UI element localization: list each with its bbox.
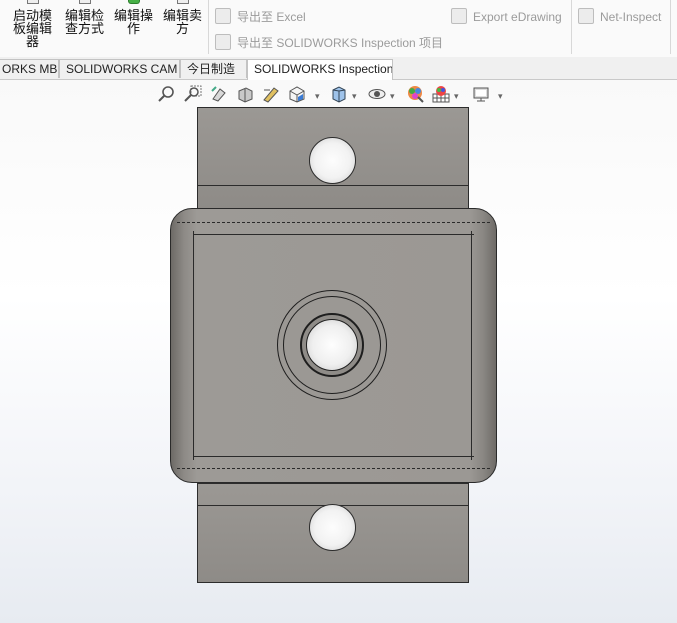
dynamic-annotation-icon[interactable]: [262, 85, 280, 103]
inspection-method-icon: [78, 0, 91, 4]
hide-show-icon[interactable]: [368, 85, 386, 103]
part-bottom-flange[interactable]: [197, 483, 469, 583]
previous-view-icon[interactable]: [210, 85, 228, 103]
tab-inspection-label: SOLIDWORKS Inspection: [254, 62, 393, 76]
view-settings-icon[interactable]: [472, 85, 490, 103]
vendor-icon: [176, 0, 189, 4]
chevron-down-icon[interactable]: ▾: [352, 91, 357, 102]
net-inspect-label: Net-Inspect: [600, 10, 662, 24]
edge-line: [193, 231, 194, 460]
edrawing-export-icon: [451, 8, 467, 24]
template-editor-icon: [26, 0, 39, 4]
chevron-down-icon[interactable]: ▾: [315, 91, 320, 102]
view-orientation-icon[interactable]: [288, 85, 306, 103]
part-top-flange[interactable]: [197, 107, 469, 210]
mounting-hole: [309, 137, 356, 184]
chevron-down-icon[interactable]: ▾: [390, 91, 395, 102]
edge-line: [193, 234, 474, 235]
edit-operation-label: 编辑操 作: [113, 8, 153, 36]
operation-icon: [127, 0, 140, 4]
command-manager-tabs: ORKS MBD SOLIDWORKS CAM 今日制造 SOLIDWORKS …: [0, 57, 677, 80]
inspection-export-icon: [215, 34, 231, 50]
center-boss-with-bore[interactable]: [277, 290, 387, 400]
silhouette-dashed-line: [177, 222, 490, 223]
bore-hole: [306, 319, 358, 371]
edit-appearance-icon[interactable]: [406, 85, 424, 103]
tab-inspection[interactable]: SOLIDWORKS Inspection: [247, 59, 393, 80]
tab-mbd[interactable]: ORKS MBD: [0, 59, 59, 78]
start-template-editor-label: 启动模 板编辑 器: [12, 8, 52, 49]
edit-inspection-method-label: 编辑检 查方式: [64, 8, 104, 36]
zoom-to-area-icon[interactable]: [184, 85, 202, 103]
ribbon-separator: [670, 0, 671, 54]
export-inspection-project-label: 导出至 SOLIDWORKS Inspection 项目: [237, 36, 444, 50]
silhouette-dashed-line: [177, 468, 490, 469]
display-style-icon[interactable]: [330, 85, 348, 103]
edge-line: [471, 231, 472, 460]
zoom-to-fit-icon[interactable]: [158, 85, 176, 103]
ribbon-separator: [208, 0, 209, 54]
tab-today-manufacturing[interactable]: 今日制造: [180, 59, 247, 78]
tab-cam[interactable]: SOLIDWORKS CAM: [59, 59, 180, 78]
edge-line: [193, 456, 474, 457]
chevron-down-icon[interactable]: ▾: [498, 91, 503, 102]
section-view-icon[interactable]: [236, 85, 254, 103]
export-excel-button[interactable]: 导出至 Excel: [215, 8, 306, 25]
command-ribbon: 启动模 板编辑 器 编辑检 查方式 编辑操 作 编辑卖 方 导出至 Excel …: [0, 0, 677, 58]
mounting-hole: [309, 504, 356, 551]
export-inspection-project-button[interactable]: 导出至 SOLIDWORKS Inspection 项目: [215, 34, 443, 51]
tab-cam-label: SOLIDWORKS CAM: [66, 62, 178, 76]
net-inspect-button[interactable]: Net-Inspect: [578, 8, 661, 24]
tab-mbd-label: ORKS MBD: [2, 62, 58, 76]
export-excel-label: 导出至 Excel: [237, 10, 306, 24]
edit-vendor-label: 编辑卖 方: [162, 8, 202, 36]
excel-export-icon: [215, 8, 231, 24]
tab-today-manufacturing-label: 今日制造: [187, 62, 236, 76]
export-edrawing-label: Export eDrawing: [473, 10, 562, 24]
chevron-down-icon[interactable]: ▾: [454, 91, 459, 102]
ribbon-separator: [571, 0, 572, 54]
export-edrawing-button[interactable]: Export eDrawing: [451, 8, 562, 24]
net-inspect-icon: [578, 8, 594, 24]
edge-line: [198, 185, 468, 186]
apply-scene-icon[interactable]: [432, 85, 450, 103]
